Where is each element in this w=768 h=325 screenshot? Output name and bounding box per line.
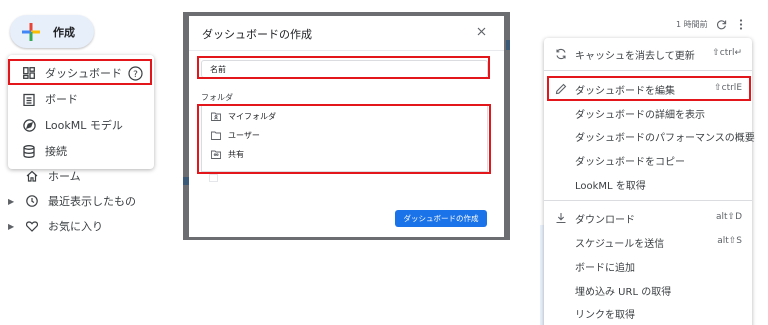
- expand-arrow-icon[interactable]: ▶: [8, 222, 20, 231]
- menu-item-view-details[interactable]: ダッシュボードの詳細を表示: [544, 102, 752, 124]
- shortcut-label: alt⇧D: [715, 212, 742, 222]
- folder-label: フォルダ: [201, 93, 233, 102]
- database-icon: [21, 143, 37, 159]
- menu-item-download[interactable]: ダウンロード alt⇧D: [544, 207, 752, 229]
- sidebar-item-label: お気に入り: [48, 220, 103, 233]
- create-menu-item-label: LookML モデル: [45, 119, 123, 132]
- download-icon: [556, 213, 566, 224]
- dialog-title: ダッシュボードの作成: [202, 28, 312, 41]
- highlight-box-edit-dashboard: [547, 76, 751, 101]
- create-menu-item-label: 接続: [45, 145, 67, 158]
- create-dashboard-button[interactable]: ダッシュボードの作成: [395, 210, 487, 227]
- create-button-label: 作成: [53, 25, 75, 39]
- create-menu-item-lookml-model[interactable]: LookML モデル: [8, 112, 154, 138]
- sidebar-item-label: ホーム: [48, 170, 81, 183]
- create-menu-item-connection[interactable]: 接続: [8, 138, 154, 164]
- shortcut-label: ⇧ctrl↵: [712, 48, 742, 58]
- plus-icon: [22, 22, 40, 41]
- sidebar-item-home[interactable]: ホーム: [0, 165, 81, 187]
- divider: [544, 200, 752, 201]
- last-run-time: 1 時間前: [676, 20, 708, 29]
- menu-item-get-link[interactable]: リンクを取得: [544, 302, 752, 324]
- sidebar-item-label: 最近表示したもの: [48, 195, 136, 208]
- close-icon[interactable]: [477, 27, 486, 36]
- menu-item-add-to-board[interactable]: ボードに追加: [544, 255, 752, 277]
- refresh-icon[interactable]: [716, 19, 727, 30]
- clock-icon: [24, 193, 40, 209]
- more-vert-icon[interactable]: [739, 19, 743, 30]
- divider: [189, 50, 504, 51]
- create-menu-item-board[interactable]: ボード: [8, 86, 154, 112]
- refresh-icon: [556, 48, 566, 60]
- explore-icon: [21, 117, 37, 133]
- board-icon: [21, 91, 37, 107]
- menu-item-get-lookml[interactable]: LookML を取得: [544, 173, 752, 195]
- highlight-box-name: [197, 56, 490, 79]
- create-menu-item-label: ボード: [45, 93, 78, 106]
- home-icon: [24, 168, 40, 184]
- divider: [544, 70, 752, 71]
- menu-item-clear-cache-refresh[interactable]: キャッシュを消去して更新 ⇧ctrl↵: [544, 43, 752, 65]
- sidebar-item-recent[interactable]: ▶ 最近表示したもの: [0, 190, 136, 212]
- folder-icon: [209, 174, 218, 182]
- shortcut-label: alt⇧S: [717, 236, 742, 246]
- highlight-box-folders: [197, 104, 491, 174]
- highlight-box-dashboard: [8, 59, 152, 85]
- sidebar-item-favorites[interactable]: ▶ お気に入り: [0, 215, 103, 237]
- menu-item-get-embed-url[interactable]: 埋め込み URL の取得: [544, 279, 752, 301]
- create-button[interactable]: 作成: [10, 15, 94, 48]
- menu-item-send-schedule[interactable]: スケジュールを送信 alt⇧S: [544, 231, 752, 253]
- heart-icon: [24, 218, 40, 234]
- menu-item-copy-dashboard[interactable]: ダッシュボードをコピー: [544, 149, 752, 171]
- menu-item-performance-overview[interactable]: ダッシュボードのパフォーマンスの概要: [544, 125, 755, 147]
- expand-arrow-icon[interactable]: ▶: [8, 197, 20, 206]
